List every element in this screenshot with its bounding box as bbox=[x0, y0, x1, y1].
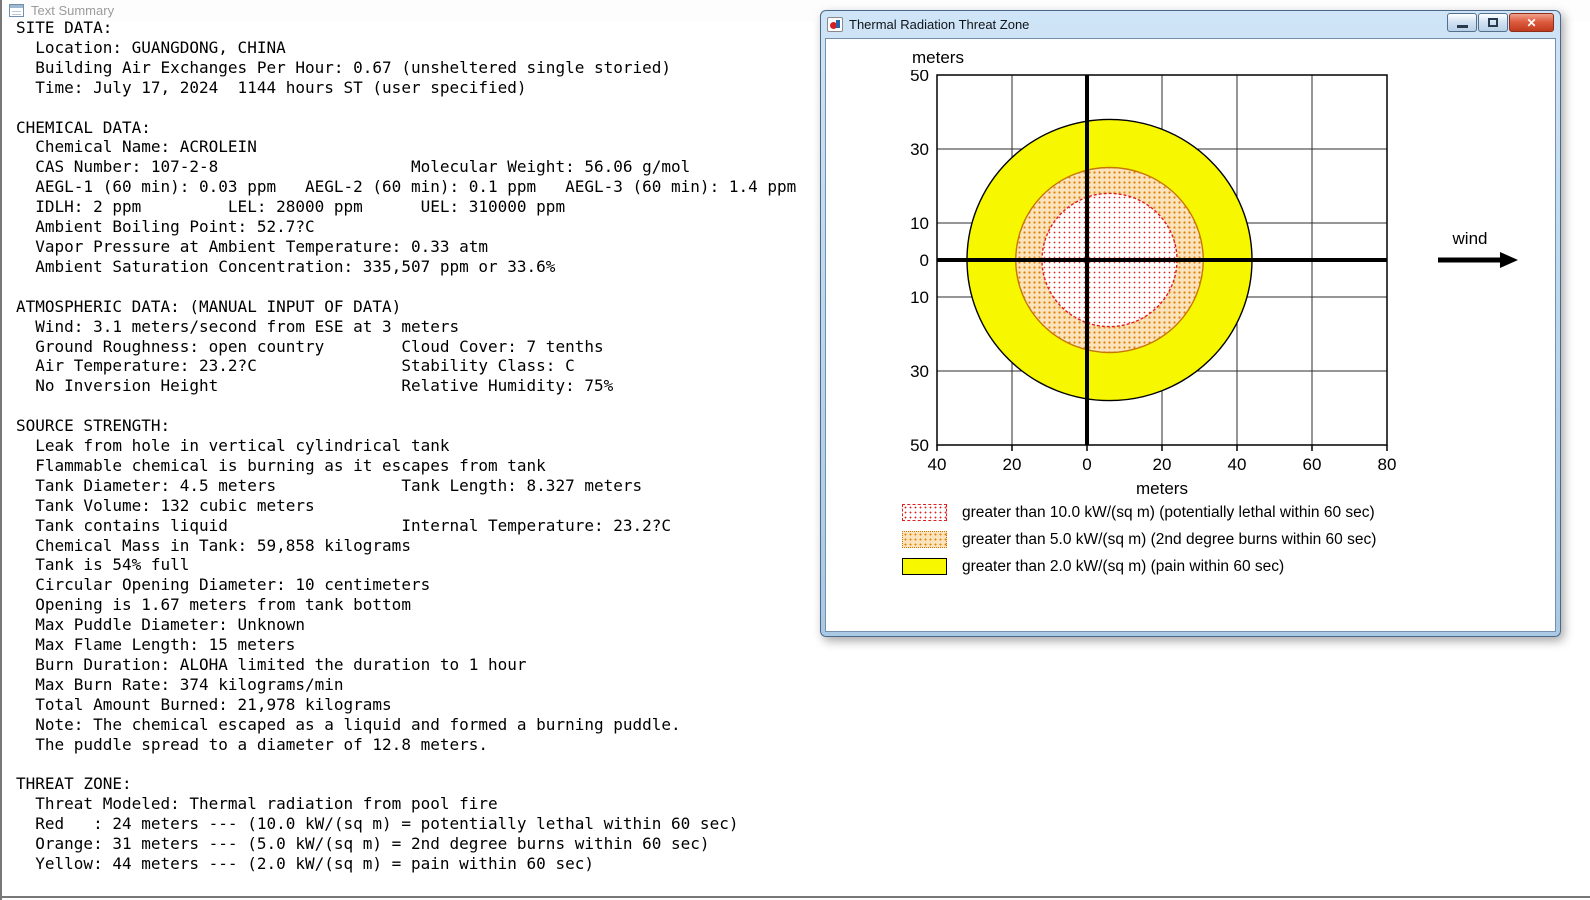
summary-line: Note: The chemical escaped as a liquid a… bbox=[16, 714, 681, 734]
legend-swatch-orange bbox=[902, 531, 947, 548]
threat-window-title: Thermal Radiation Threat Zone bbox=[849, 17, 1030, 32]
x-tick-label: 60 bbox=[1303, 455, 1322, 474]
x-tick-label: 80 bbox=[1378, 455, 1397, 474]
y-tick-label: 50 bbox=[910, 70, 929, 85]
y-tick-label: 30 bbox=[910, 140, 929, 159]
summary-line: Tank is 54% full bbox=[16, 555, 190, 575]
summary-line: Chemical Name: ACROLEIN bbox=[16, 137, 257, 157]
summary-line: Max Flame Length: 15 meters bbox=[16, 635, 296, 655]
summary-line: Air Temperature: 23.2?C Stability Class:… bbox=[16, 356, 575, 376]
summary-line: Opening is 1.67 meters from tank bottom bbox=[16, 595, 411, 615]
summary-line bbox=[16, 396, 796, 416]
threat-zone-window: Thermal Radiation Threat Zone ✕ meters 4… bbox=[820, 10, 1561, 637]
x-tick-label: 40 bbox=[1228, 455, 1247, 474]
summary-line: Tank contains liquid Internal Temperatur… bbox=[16, 515, 672, 535]
minimize-icon bbox=[1456, 24, 1468, 28]
y-axis-label: meters bbox=[912, 48, 964, 67]
text-summary-body: SITE DATA: Location: GUANGDONG, CHINA Bu… bbox=[16, 18, 796, 874]
threat-plot: 40 20 0 20 40 60 80 50 30 10 0 10 30 50 meters wind bbox=[910, 70, 1518, 498]
aloha-app-icon bbox=[827, 17, 843, 32]
legend-row-orange: greater than 5.0 kW/(sq m) (2nd degree b… bbox=[902, 531, 1376, 548]
summary-line: Burn Duration: ALOHA limited the duratio… bbox=[16, 655, 527, 674]
wind-label: wind bbox=[1452, 229, 1488, 248]
summary-line: Total Amount Burned: 21,978 kilograms bbox=[16, 694, 392, 714]
y-tick-label: 30 bbox=[910, 362, 929, 381]
summary-line: CHEMICAL DATA: bbox=[16, 117, 151, 137]
summary-line: Time: July 17, 2024 1144 hours ST (user … bbox=[16, 77, 527, 97]
summary-line: Ambient Saturation Concentration: 335,50… bbox=[16, 256, 556, 276]
summary-line: SITE DATA: bbox=[16, 18, 113, 37]
summary-line: Yellow: 44 meters --- (2.0 kW/(sq m) = p… bbox=[16, 854, 594, 874]
maximize-button[interactable] bbox=[1478, 13, 1508, 32]
window-controls: ✕ bbox=[1447, 13, 1554, 32]
summary-line: No Inversion Height Relative Humidity: 7… bbox=[16, 376, 614, 396]
summary-line: Wind: 3.1 meters/second from ESE at 3 me… bbox=[16, 316, 460, 336]
minimize-button[interactable] bbox=[1447, 13, 1477, 32]
summary-line: Vapor Pressure at Ambient Temperature: 0… bbox=[16, 236, 489, 256]
summary-line bbox=[16, 277, 796, 297]
legend-swatch-yellow bbox=[902, 558, 947, 575]
summary-line: Red : 24 meters --- (10.0 kW/(sq m) = po… bbox=[16, 814, 739, 834]
summary-line: Flammable chemical is burning as it esca… bbox=[16, 455, 546, 475]
x-tick-label: 0 bbox=[1082, 455, 1091, 474]
document-icon bbox=[9, 4, 24, 17]
summary-line bbox=[16, 98, 796, 118]
x-tick-label: 20 bbox=[1153, 455, 1172, 474]
summary-line: Location: GUANGDONG, CHINA bbox=[16, 37, 286, 57]
text-summary-title: Text Summary bbox=[31, 3, 115, 18]
maximize-icon bbox=[1488, 18, 1498, 27]
summary-line: CAS Number: 107-2-8 Molecular Weight: 56… bbox=[16, 157, 691, 177]
legend-label-orange: greater than 5.0 kW/(sq m) (2nd degree b… bbox=[962, 530, 1377, 548]
close-icon: ✕ bbox=[1526, 15, 1537, 30]
summary-line: Max Puddle Diameter: Unknown bbox=[16, 615, 305, 635]
y-tick-label: 10 bbox=[910, 288, 929, 307]
summary-line: AEGL-1 (60 min): 0.03 ppm AEGL-2 (60 min… bbox=[16, 177, 797, 197]
legend-swatch-red bbox=[902, 504, 947, 521]
summary-line: ATMOSPHERIC DATA: (MANUAL INPUT OF DATA) bbox=[16, 296, 402, 316]
summary-line: Chemical Mass in Tank: 59,858 kilograms bbox=[16, 535, 411, 555]
legend-label-yellow: greater than 2.0 kW/(sq m) (pain within … bbox=[962, 557, 1285, 575]
x-tick-label: 20 bbox=[1003, 455, 1022, 474]
legend-row-red: greater than 10.0 kW/(sq m) (potentially… bbox=[902, 504, 1376, 521]
app-frame-left-edge bbox=[0, 0, 2, 900]
app-frame-bottom-edge bbox=[0, 896, 1590, 898]
y-tick-label: 50 bbox=[910, 436, 929, 455]
y-tick-label: 0 bbox=[920, 251, 929, 270]
x-tick-label: 40 bbox=[928, 455, 947, 474]
legend: greater than 10.0 kW/(sq m) (potentially… bbox=[902, 504, 1376, 585]
summary-line: Threat Modeled: Thermal radiation from p… bbox=[16, 794, 498, 814]
summary-line: SOURCE STRENGTH: bbox=[16, 416, 171, 436]
summary-line: IDLH: 2 ppm LEL: 28000 ppm UEL: 310000 p… bbox=[16, 197, 566, 217]
close-button[interactable]: ✕ bbox=[1509, 13, 1554, 32]
summary-line: Ambient Boiling Point: 52.7?C bbox=[16, 217, 315, 237]
x-axis-label: meters bbox=[1136, 479, 1188, 498]
summary-line: Circular Opening Diameter: 10 centimeter… bbox=[16, 575, 431, 595]
summary-line: Tank Diameter: 4.5 meters Tank Length: 8… bbox=[16, 475, 643, 495]
summary-line: The puddle spread to a diameter of 12.8 … bbox=[16, 734, 489, 754]
summary-line: THREAT ZONE: bbox=[16, 774, 132, 794]
threat-window-titlebar[interactable]: Thermal Radiation Threat Zone ✕ bbox=[821, 11, 1560, 38]
wind-arrow-head bbox=[1500, 252, 1518, 268]
summary-line bbox=[16, 755, 796, 775]
summary-line: Leak from hole in vertical cylindrical t… bbox=[16, 436, 450, 456]
summary-line: Max Burn Rate: 374 kilograms/min bbox=[16, 674, 344, 694]
threat-window-client: meters 40 20 0 20 40 60 80 50 30 10 0 10 30 50 meters w… bbox=[825, 38, 1556, 632]
legend-row-yellow: greater than 2.0 kW/(sq m) (pain within … bbox=[902, 558, 1376, 575]
summary-line: Tank Volume: 132 cubic meters bbox=[16, 495, 315, 515]
summary-line: Ground Roughness: open country Cloud Cov… bbox=[16, 336, 604, 356]
legend-label-red: greater than 10.0 kW/(sq m) (potentially… bbox=[962, 503, 1375, 521]
summary-line: Building Air Exchanges Per Hour: 0.67 (u… bbox=[16, 57, 672, 77]
y-tick-label: 10 bbox=[910, 214, 929, 233]
summary-line: Orange: 31 meters --- (5.0 kW/(sq m) = 2… bbox=[16, 834, 710, 854]
